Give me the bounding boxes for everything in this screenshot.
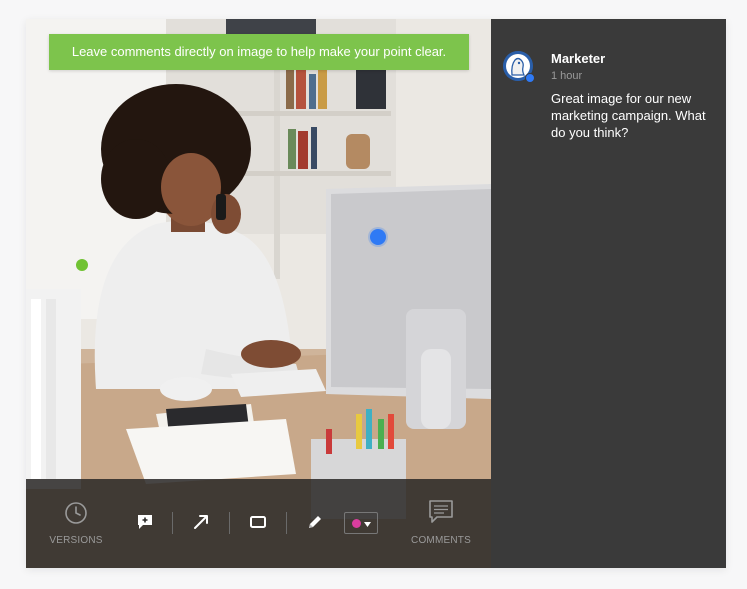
- add-comment-tool[interactable]: [134, 513, 156, 535]
- clock-icon: [64, 502, 88, 529]
- comments-label: COMMENTS: [411, 535, 471, 546]
- arrow-tool[interactable]: [190, 513, 212, 535]
- rectangle-icon: [249, 513, 267, 536]
- comment-marker-green[interactable]: [76, 259, 88, 271]
- comment-text: Great image for our new marketing campai…: [551, 91, 706, 140]
- comment-author: Marketer: [551, 51, 606, 66]
- tip-banner: Leave comments directly on image to help…: [49, 34, 469, 70]
- chevron-down-icon: [363, 514, 371, 532]
- annotation-toolbar: VERSIONS COMMENTS: [26, 479, 491, 568]
- arrow-icon: [192, 513, 210, 536]
- comment-timestamp: 1 hour: [551, 70, 583, 82]
- comments-panel: Marketer 1 hour Great image for our new …: [491, 19, 726, 568]
- comments-button[interactable]: COMMENTS: [406, 499, 476, 546]
- speech-bubble-icon: [428, 500, 454, 529]
- color-picker[interactable]: [344, 512, 378, 534]
- image-canvas[interactable]: Leave comments directly on image to help…: [26, 19, 491, 568]
- rectangle-tool[interactable]: [247, 513, 269, 535]
- add-comment-icon: [136, 513, 154, 536]
- pen-tool[interactable]: [304, 513, 326, 535]
- online-badge: [525, 73, 535, 83]
- comment-marker-blue[interactable]: [370, 229, 386, 245]
- versions-button[interactable]: VERSIONS: [40, 501, 112, 546]
- versions-label: VERSIONS: [49, 535, 103, 546]
- selected-color-swatch: [351, 518, 361, 528]
- pen-icon: [306, 513, 324, 536]
- review-window: Leave comments directly on image to help…: [26, 19, 726, 568]
- tip-banner-text: Leave comments directly on image to help…: [71, 44, 447, 59]
